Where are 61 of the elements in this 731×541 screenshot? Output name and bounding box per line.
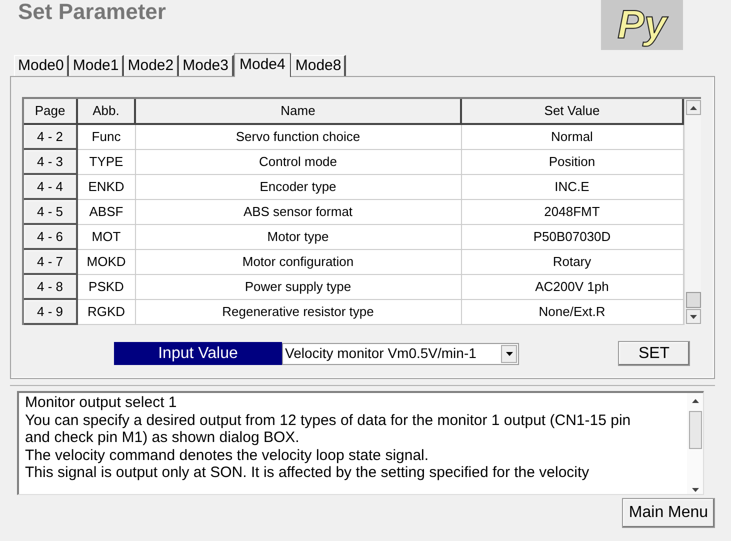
table-cell: ABSF	[77, 199, 135, 224]
scroll-down-icon[interactable]	[686, 309, 700, 324]
table-cell: Func	[77, 124, 135, 149]
description-text: Monitor output select 1	[25, 394, 178, 412]
table-cell: Power supply type	[135, 274, 461, 299]
mode-tab[interactable]: Mode8	[291, 55, 346, 76]
description-text: This signal is output only at SON. It is affected by the setting specified for the velocity	[25, 464, 590, 482]
scrollbar[interactable]	[687, 393, 703, 494]
table-cell: RGKD	[77, 299, 135, 324]
table-cell: Servo function choice	[135, 124, 461, 149]
row-header: 4 - 3	[24, 149, 77, 174]
column-header: Page	[24, 99, 77, 124]
mode-tab[interactable]: Mode4	[234, 53, 292, 77]
scroll-down-icon[interactable]	[692, 488, 698, 492]
table-cell: ABS sensor format	[135, 199, 461, 224]
table-cell: Control mode	[135, 149, 461, 174]
dropdown-value: Velocity monitor Vm0.5V/min-1	[284, 344, 478, 363]
table-cell: Motor type	[135, 224, 461, 249]
table-cell: ENKD	[77, 174, 135, 199]
main-menu-button[interactable]: Main Menu	[622, 498, 715, 528]
row-header: 4 - 7	[24, 249, 77, 274]
table-cell: P50B07030D	[461, 224, 683, 249]
column-header: Set Value	[461, 99, 683, 124]
table-cell: Rotary	[461, 249, 683, 274]
scrollbar[interactable]	[684, 99, 701, 325]
table-cell: Regenerative resistor type	[135, 299, 461, 324]
value-dropdown[interactable]: Velocity monitor Vm0.5V/min-1	[282, 342, 519, 364]
table-cell: Encoder type	[135, 174, 461, 199]
row-header: 4 - 6	[24, 224, 77, 249]
logo: Py	[601, 0, 683, 50]
table-cell: MOKD	[77, 249, 135, 274]
mode-tab[interactable]: Mode0	[14, 55, 69, 76]
mode-tab[interactable]: Mode3	[178, 55, 234, 76]
table-cell: Normal	[461, 124, 683, 149]
scroll-thumb[interactable]	[686, 292, 700, 308]
scroll-up-icon[interactable]	[686, 100, 700, 115]
set-button[interactable]: SET	[618, 341, 690, 366]
column-header: Name	[135, 99, 461, 124]
mode-tab[interactable]: Mode1	[68, 55, 124, 76]
table-cell: Motor configuration	[135, 249, 461, 274]
table-cell: MOT	[77, 224, 135, 249]
table-cell: 2048FMT	[461, 199, 683, 224]
row-header: 4 - 2	[24, 124, 77, 149]
table-cell: None/Ext.R	[461, 299, 683, 324]
input-value-label: Input Value	[114, 342, 282, 365]
row-header: 4 - 4	[24, 174, 77, 199]
table-cell: Position	[461, 149, 683, 174]
row-header: 4 - 9	[24, 299, 77, 324]
row-header: 4 - 8	[24, 274, 77, 299]
description-text: The velocity command denotes the velocity loop state signal.	[25, 446, 430, 464]
mode-tab[interactable]: Mode2	[124, 55, 179, 76]
table-cell: INC.E	[461, 174, 683, 199]
description-text: You can specify a desired output from 12 types of data for the monitor 1 output (CN1-15 pin and check pin M1) as shown dialog BOX.	[25, 412, 632, 446]
table-cell: TYPE	[77, 149, 135, 174]
column-header: Abb.	[77, 99, 135, 124]
window-title: Set Parameter	[18, 1, 166, 23]
table-cell: AC200V 1ph	[461, 274, 683, 299]
row-header: 4 - 5	[24, 199, 77, 224]
scroll-thumb[interactable]	[688, 411, 702, 449]
table-cell: PSKD	[77, 274, 135, 299]
scroll-up-icon[interactable]	[692, 399, 698, 403]
